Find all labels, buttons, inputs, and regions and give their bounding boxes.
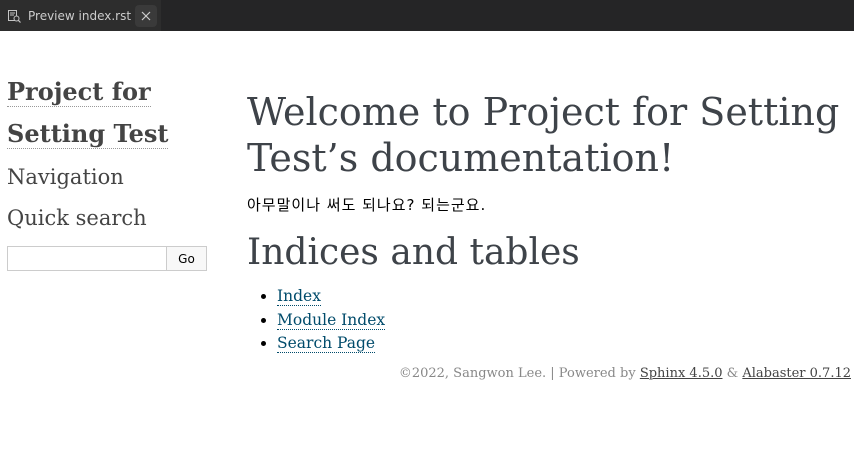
list-item: Search Page: [277, 332, 847, 356]
search-input[interactable]: [7, 246, 166, 271]
page-title-line-1: Welcome to Project for Setting: [247, 90, 840, 134]
indices-heading: Indices and tables: [247, 232, 580, 273]
project-logo-link[interactable]: Project for Setting Test: [7, 77, 169, 149]
module-index-link[interactable]: Module Index: [277, 310, 386, 330]
preview-content: Project for Setting Test Navigation Quic…: [0, 31, 854, 450]
alabaster-link[interactable]: Alabaster 0.7.12: [742, 366, 851, 381]
footer: ©2022, Sangwon Lee. | Powered by Sphinx …: [399, 366, 851, 381]
page-title: Welcome to Project for Setting Test’s do…: [247, 89, 847, 181]
index-link[interactable]: Index: [277, 287, 321, 306]
body-paragraph: 아무말이나 써도 되나요? 되는군요.: [247, 196, 487, 214]
page-title-line-2: Test’s documentation!: [247, 136, 675, 180]
powered-by-text: | Powered by: [546, 366, 640, 381]
preview-icon: [6, 8, 22, 24]
search-go-button[interactable]: Go: [166, 246, 207, 271]
sidebar: Project for Setting Test Navigation Quic…: [7, 71, 212, 271]
logo-line-1: Project for: [7, 77, 151, 107]
list-item: Index: [277, 285, 847, 309]
indices-list: Index Module Index Search Page: [247, 285, 847, 356]
search-page-link[interactable]: Search Page: [277, 334, 376, 353]
search-form: Go: [7, 246, 212, 271]
editor-tabbar: Preview index.rst: [0, 0, 854, 31]
list-item: Module Index: [277, 309, 847, 333]
main-body: Welcome to Project for Setting Test’s do…: [247, 89, 847, 356]
quick-search-heading: Quick search: [7, 206, 147, 230]
copyright-text: ©2022, Sangwon Lee.: [398, 366, 547, 381]
ampersand-text: &: [722, 366, 743, 381]
tab-label: Preview index.rst: [28, 8, 132, 23]
navigation-heading: Navigation: [7, 165, 124, 189]
logo-line-2: Setting Test: [7, 119, 169, 149]
close-icon[interactable]: [135, 4, 158, 27]
sphinx-link[interactable]: Sphinx 4.5.0: [640, 366, 723, 381]
tab-preview-index[interactable]: Preview index.rst: [0, 0, 163, 31]
